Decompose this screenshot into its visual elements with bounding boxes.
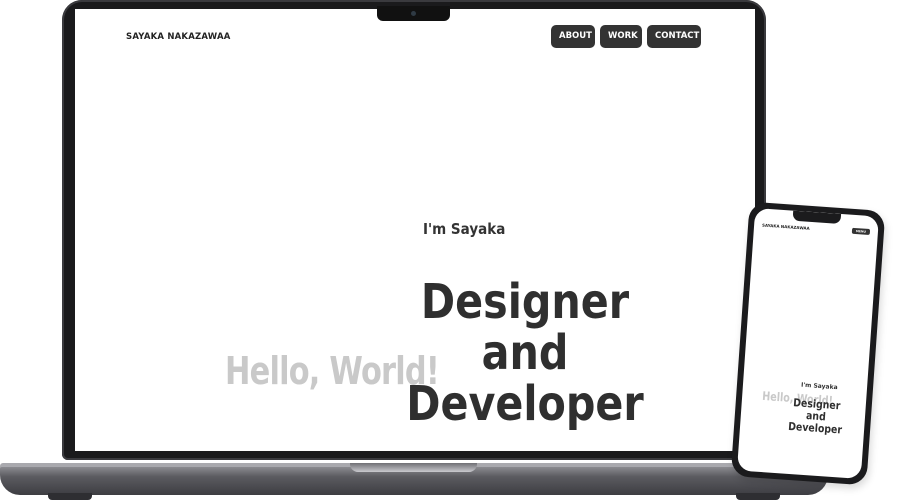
phone-device: SAYAKA NAKAZAWAA MENU I'm Sayaka Hello, … bbox=[730, 201, 886, 486]
laptop-screen: SAYAKA NAKAZAWAA ABOUT WORK CONTACT I'm … bbox=[75, 9, 755, 451]
nav-about-button[interactable]: ABOUT bbox=[551, 25, 595, 48]
phone-notch bbox=[792, 210, 842, 224]
hero-intro: I'm Sayaka bbox=[423, 220, 506, 238]
mobile-menu-button[interactable]: MENU bbox=[851, 227, 871, 236]
nav-work-button[interactable]: WORK bbox=[600, 25, 642, 48]
headline-line: and bbox=[481, 325, 569, 381]
phone-screen: SAYAKA NAKAZAWAA MENU I'm Sayaka Hello, … bbox=[736, 207, 880, 480]
hero-headline: Designer and Developer bbox=[405, 277, 646, 430]
headline-line: Developer bbox=[406, 376, 644, 432]
camera-icon bbox=[411, 11, 416, 16]
headline-line: Designer bbox=[420, 274, 630, 330]
main-nav: ABOUT WORK CONTACT bbox=[551, 25, 701, 48]
laptop-foot bbox=[48, 493, 92, 500]
mobile-hero-headline: Designer and Developer bbox=[785, 396, 847, 437]
site-brand[interactable]: SAYAKA NAKAZAWAA bbox=[126, 32, 231, 42]
laptop-foot bbox=[736, 493, 780, 500]
laptop-opening-notch bbox=[350, 463, 477, 472]
mobile-hero-intro: I'm Sayaka bbox=[800, 381, 838, 392]
nav-contact-button[interactable]: CONTACT bbox=[647, 25, 701, 48]
laptop-notch bbox=[377, 6, 450, 21]
mobile-site-brand[interactable]: SAYAKA NAKAZAWAA bbox=[762, 223, 810, 231]
mobile-headline-line: Developer bbox=[787, 419, 843, 437]
